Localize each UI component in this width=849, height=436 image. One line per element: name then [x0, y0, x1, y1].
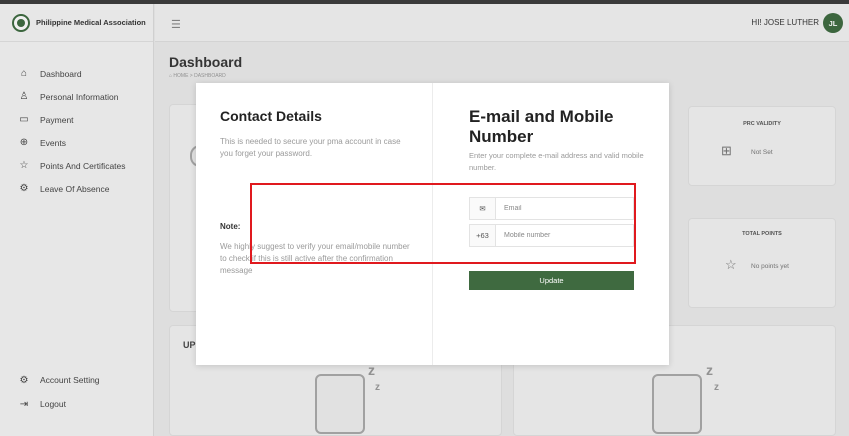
email-mobile-description: Enter your complete e-mail address and v… — [469, 151, 644, 172]
highlight-box — [250, 183, 636, 264]
note-title: Note: — [220, 222, 241, 231]
email-mobile-title: E-mail and Mobile Number — [469, 107, 614, 146]
contact-details-description: This is needed to secure your pma accoun… — [220, 137, 401, 158]
update-button[interactable]: Update — [469, 271, 634, 290]
contact-details-title: Contact Details — [220, 108, 322, 124]
